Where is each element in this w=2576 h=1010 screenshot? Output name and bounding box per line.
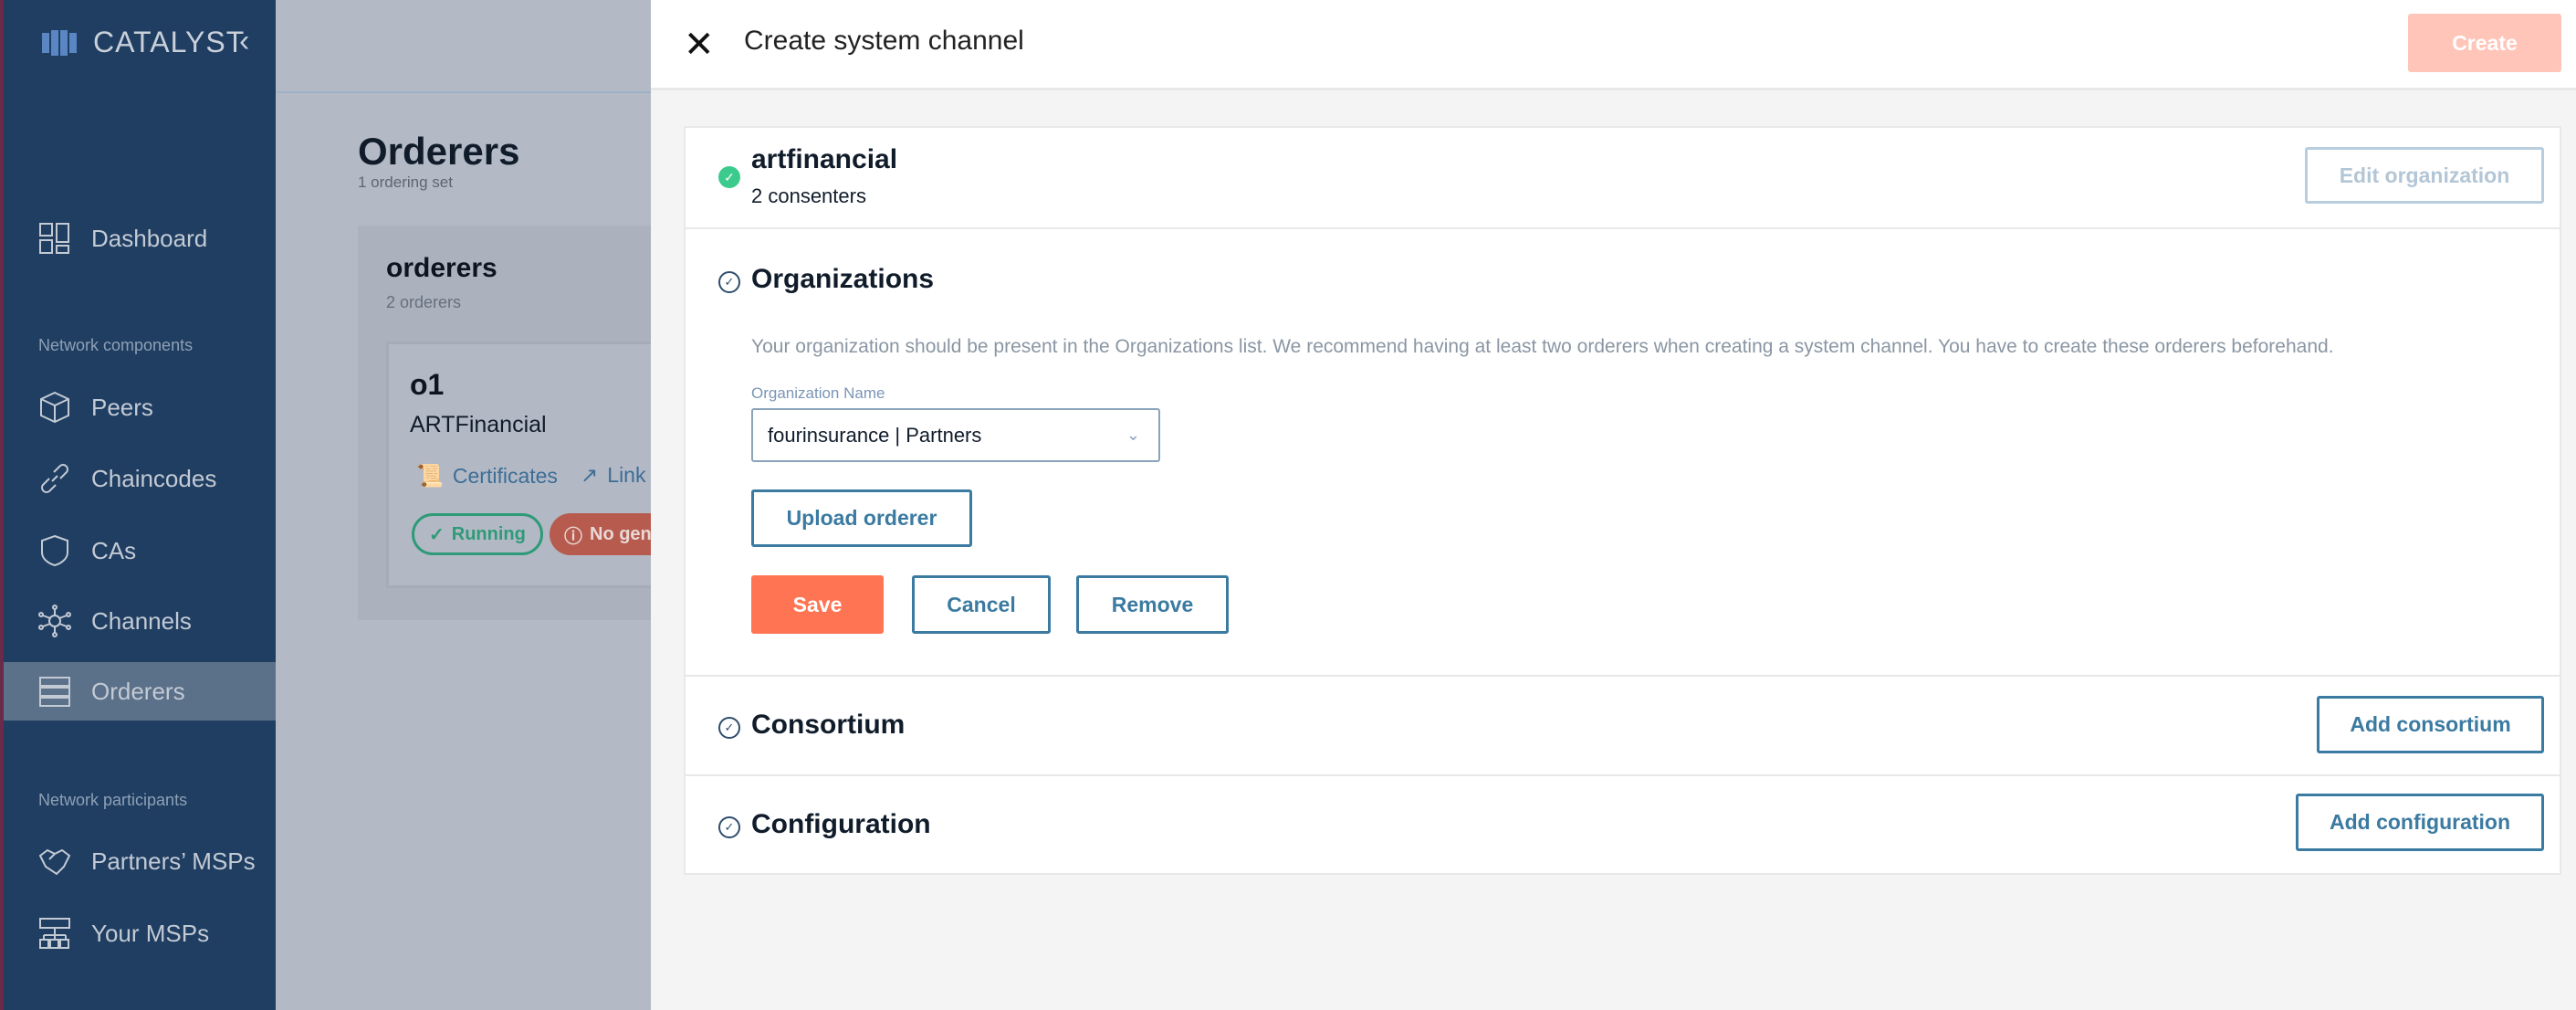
orderer-org: ARTFinancial (410, 412, 547, 437)
page-background: Orderers 1 ordering set orderers 2 order… (276, 0, 677, 1010)
panel-title: Create system channel (744, 26, 1024, 56)
sidebar-item-label: CAs (91, 536, 137, 564)
certificates-label: Certificates (452, 464, 558, 488)
sidebar-item-dashboard[interactable]: Dashboard (4, 209, 276, 268)
remove-button[interactable]: Remove (1076, 575, 1229, 634)
sidebar-item-label: Chaincodes (91, 464, 217, 492)
logo-text: CATALYST (93, 26, 246, 58)
sidebar-item-label: Dashboard (91, 224, 208, 252)
organizations-section: ✓ Organizations Your organization should… (684, 227, 2561, 677)
check-filled-icon: ✓ (718, 166, 740, 188)
sidebar-item-cas[interactable]: CAs (4, 521, 276, 580)
sidebar: CATALYST ‹ Dashboard Network components … (0, 0, 276, 1010)
running-status-badge: ✓ Running (412, 513, 543, 555)
sidebar-item-your-msps[interactable]: Your MSPs (4, 904, 276, 963)
sidebar-item-partners-msps[interactable]: Partners’ MSPs (4, 832, 276, 890)
consortium-section: ✓ Consortium Add consortium (684, 675, 2561, 776)
section-network-participants: Network participants (38, 791, 188, 809)
link-link[interactable]: ↗ Link (581, 463, 645, 488)
sidebar-item-label: Channels (91, 606, 192, 635)
organization-row: ✓ artfinancial 2 consenters Edit organiz… (684, 126, 2561, 229)
shield-icon (41, 534, 68, 567)
sidebar-item-label: Orderers (91, 677, 185, 705)
organization-name-value: fourinsurance | Partners (768, 423, 982, 447)
page-subtitle: 1 ordering set (358, 174, 453, 191)
link-icon (41, 464, 68, 493)
sidebar-item-peers[interactable]: Peers (4, 378, 276, 437)
organizations-description: Your organization should be present in t… (751, 336, 2334, 357)
chevron-down-icon: ⌄ (1126, 426, 1140, 444)
network-icon (38, 605, 71, 637)
catalyst-logo-icon (42, 29, 77, 56)
sidebar-item-label: Your MSPs (91, 919, 210, 947)
collapse-sidebar-icon[interactable]: ‹ (239, 24, 249, 59)
link-label: Link (607, 463, 646, 487)
logo: CATALYST (40, 26, 245, 59)
certificate-icon: 📜 (416, 464, 444, 489)
orderer-name: o1 (410, 368, 445, 401)
cube-icon (40, 391, 69, 424)
warning-label: No gen (590, 523, 652, 544)
alert-icon: ⓘ (564, 526, 582, 547)
ordering-set-name: orderers (386, 253, 497, 283)
check-circle-icon: ✓ (718, 271, 740, 293)
server-icon (39, 677, 70, 707)
page-header (276, 0, 651, 93)
sidebar-item-label: Partners’ MSPs (91, 847, 256, 875)
orderer-card[interactable]: o1 ARTFinancial 📜 Certificates ↗ Link ✓ Run… (386, 342, 677, 588)
save-button[interactable]: Save (751, 575, 884, 634)
check-circle-icon: ✓ (718, 816, 740, 838)
create-button[interactable]: Create (2408, 14, 2561, 72)
ordering-set-count: 2 orderers (386, 293, 462, 311)
sidebar-item-label: Peers (91, 393, 153, 421)
consortium-heading: Consortium (751, 710, 906, 740)
organization-name-select[interactable]: fourinsurance | Partners ⌄ (751, 408, 1160, 462)
check-circle-icon: ✓ (429, 524, 445, 545)
section-network-components: Network components (38, 336, 194, 354)
handshake-icon (38, 848, 71, 876)
sidebar-item-channels[interactable]: Channels (4, 592, 276, 650)
add-configuration-button[interactable]: Add configuration (2296, 794, 2544, 851)
configuration-heading: Configuration (751, 809, 931, 839)
consenters-count: 2 consenters (751, 184, 866, 207)
certificates-link[interactable]: 📜 Certificates (416, 463, 558, 489)
upload-orderer-button[interactable]: Upload orderer (751, 489, 972, 547)
dashboard-icon (39, 223, 69, 254)
add-consortium-button[interactable]: Add consortium (2317, 696, 2544, 753)
organization-name: artfinancial (751, 144, 898, 174)
external-link-icon: ↗ (581, 463, 599, 487)
check-circle-icon: ✓ (718, 717, 740, 739)
organizations-heading: Organizations (751, 264, 935, 294)
organization-name-label: Organization Name (751, 384, 885, 402)
edit-organization-button[interactable]: Edit organization (2305, 147, 2544, 204)
close-icon[interactable]: ✕ (684, 24, 715, 66)
cancel-button[interactable]: Cancel (912, 575, 1051, 634)
create-system-channel-panel: ✕ Create system channel Create ✓ artfina… (651, 0, 2576, 1010)
status-label: Running (451, 523, 526, 544)
hierarchy-icon (39, 918, 70, 949)
configuration-section: ✓ Configuration Add configuration (684, 774, 2561, 875)
sidebar-item-orderers[interactable]: Orderers (4, 662, 276, 721)
sidebar-item-chaincodes[interactable]: Chaincodes (4, 449, 276, 508)
panel-header: ✕ Create system channel Create (651, 0, 2576, 90)
page-title: Orderers (358, 130, 520, 173)
